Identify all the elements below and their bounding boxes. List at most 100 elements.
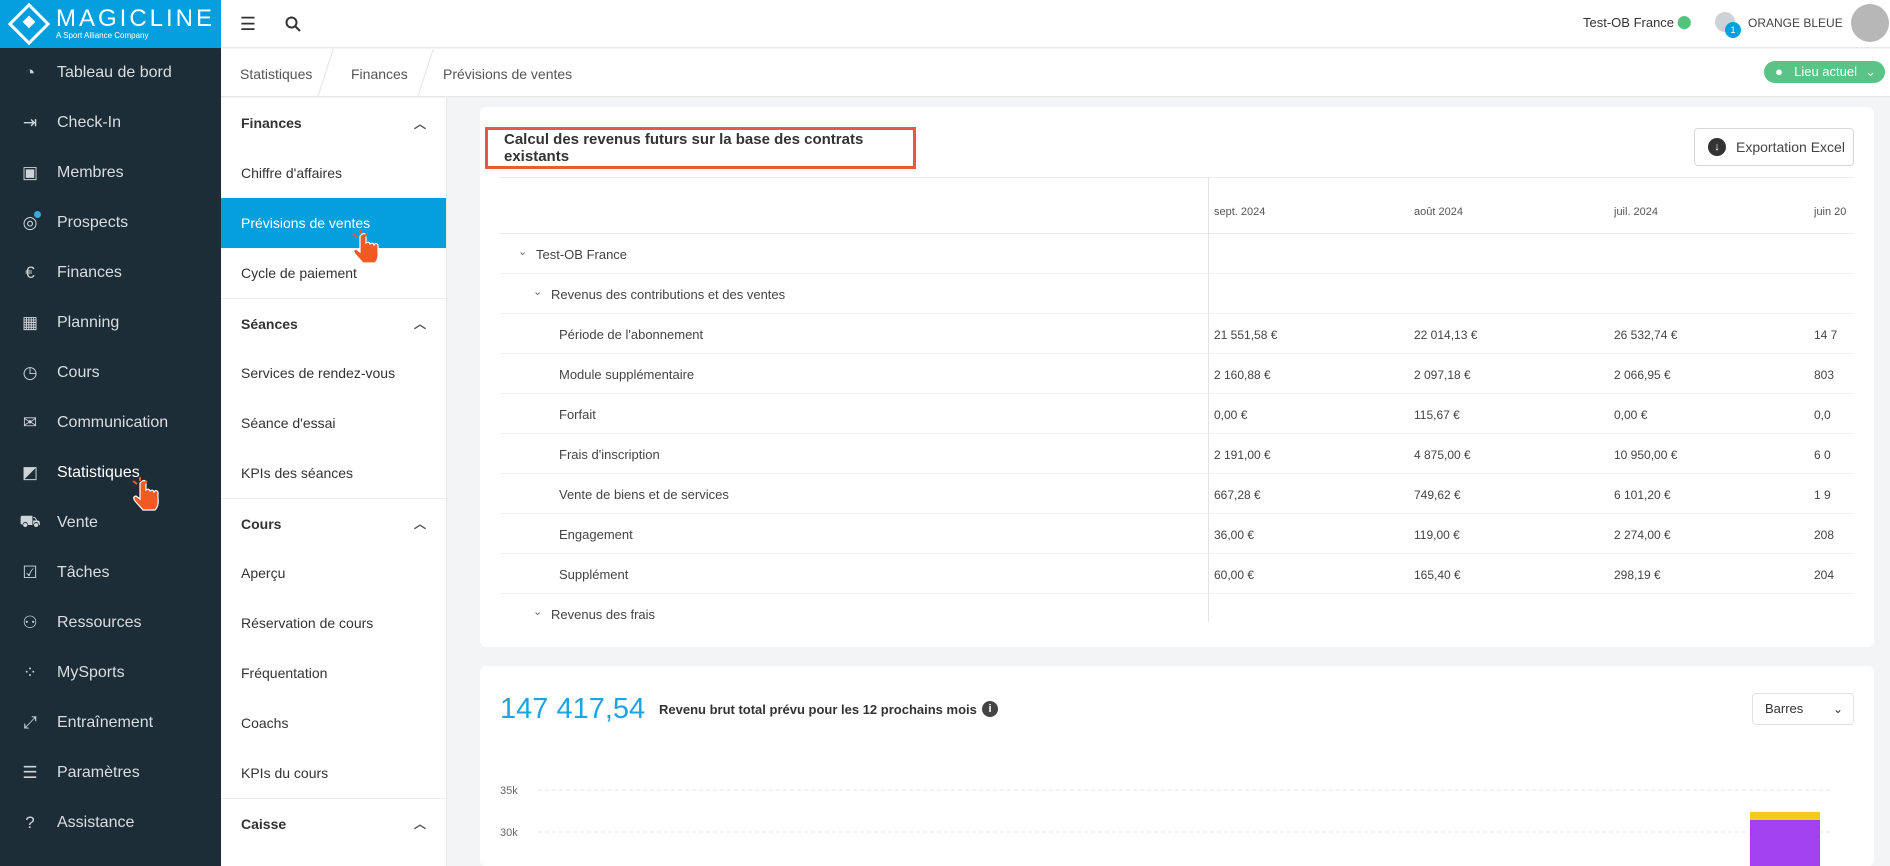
chevron-up-icon: ︿ [413,317,426,331]
sidebar-item-assistance[interactable]: ? Assistance [0,798,221,848]
table-row: Forfait 0,00 € 115,67 € 0,00 € 0,0 [500,394,1854,434]
table-cell: 4 875,00 € [1414,448,1471,462]
location-pin-icon: ● [1775,64,1783,79]
sidebar-item-tableau-de-bord[interactable]: ◔ Tableau de bord [0,48,221,98]
table-cell: 14 7 [1814,328,1838,342]
sidebar-item-label: Paramètres [57,764,140,781]
pointer-hand-icon [132,477,159,511]
submenu-item[interactable]: Coachs [221,698,446,748]
submenu-item[interactable]: Fréquentation [221,648,446,698]
submenu-item[interactable]: Séance d'essai [221,398,446,448]
dashboard-icon: ◔ [24,63,36,82]
breadcrumb-finances[interactable]: Finances [351,66,408,82]
submenu-section-title: Caisse [241,815,287,832]
table-cell: 6 0 [1814,448,1831,462]
chevron-down-icon[interactable]: ⌄ [533,285,542,298]
current-location-button[interactable]: ● Lieu actuel ⌄ [1764,61,1885,83]
forecast-table: sept. 2024 août 2024 juil. 2024 juin 20 ⌄ Te… [500,177,1854,622]
submenu-section-0[interactable]: Finances ︿ [221,98,446,148]
notification-badge: 1 [1725,22,1741,38]
submenu-item[interactable]: KPIs du cours [221,748,446,798]
table-row: Vente de biens et de services 667,28 € 749… [500,474,1854,514]
table-cell: 119,00 € [1414,528,1460,542]
table-cell: 6 101,20 € [1614,488,1671,502]
bar-segment-main[interactable] [1750,820,1820,866]
pointer-hand-icon [352,230,379,264]
submenu-item[interactable]: Services de rendez-vous [221,348,446,398]
submenu-item[interactable]: Prévisions de ventes [221,198,446,248]
row-label: Période de l'abonnement [559,327,704,342]
search-icon[interactable] [282,13,304,35]
sidebar-item-t-ches[interactable]: ☑ Tâches [0,548,221,598]
submenu-section-3[interactable]: Caisse ︿ [221,798,446,848]
table-row: Engagement 36,00 € 119,00 € 2 274,00 € 208 [500,514,1854,554]
hamburger-menu-icon[interactable]: ☰ [237,13,259,35]
submenu-item[interactable]: Cycle de paiement [221,248,446,298]
brand-logo[interactable]: MAGICLINE A Sport Alliance Company [0,0,221,48]
submenu-section-title: Finances [241,115,302,131]
column-header[interactable]: juil. 2024 [1614,206,1658,218]
sidebar-item-label: MySports [57,664,125,681]
row-label: Frais d'inscription [559,447,660,462]
statistics-submenu: Finances ︿ Chiffre d'affaires Prévisions de… [221,98,447,866]
organization-name[interactable]: ORANGE BLEUE [1748,16,1843,30]
breadcrumb-statistiques[interactable]: Statistiques [240,66,312,82]
submenu-item[interactable]: Chiffre d'affaires [221,148,446,198]
submenu-section-2[interactable]: Cours ︿ [221,498,446,548]
submenu-item[interactable]: KPIs des séances [221,448,446,498]
row-label: Revenus des frais [551,607,656,622]
excel-export-button[interactable]: ↓ Exportation Excel [1694,128,1854,166]
user-avatar[interactable] [1851,4,1889,42]
table-row[interactable]: ⌄ Revenus des contributions et des ventes [500,274,1854,314]
sidebar-item-entra-nement[interactable]: ⤢ Entraînement [0,698,221,748]
dumbbell-icon: ⤢ [23,713,37,732]
sidebar-item-statistiques[interactable]: ◩ Statistiques [0,448,221,498]
submenu-section-1[interactable]: Séances ︿ [221,298,446,348]
table-row[interactable]: ⌄ Test-OB France [500,234,1854,274]
sidebar-item-param-tres[interactable]: ☰ Paramètres [0,748,221,798]
card-title: Calcul des revenus futurs sur la base de… [485,127,916,169]
sidebar-item-vente[interactable]: ⛟ Vente [0,498,221,548]
breadcrumb-separator [417,49,434,97]
sidebar-item-ressources[interactable]: ⚇ Ressources [0,598,221,648]
sidebar-item-finances[interactable]: € Finances [0,248,221,298]
table-cell: 0,00 € [1214,408,1248,422]
chevron-down-icon[interactable]: ⌄ [518,245,527,258]
sidebar-item-cours[interactable]: ◷ Cours [0,348,221,398]
table-cell: 667,28 € [1214,488,1261,502]
row-label: Engagement [559,527,633,542]
sidebar-item-planning[interactable]: ▦ Planning [0,298,221,348]
sidebar-item-label: Vente [57,514,98,531]
sidebar-item-label: Assistance [57,814,135,831]
grid-dots-icon: ⁘ [22,663,38,682]
breadcrumb-separator [317,49,334,97]
current-location[interactable]: Test-OB France [1583,15,1674,30]
sidebar-item-label: Planning [57,314,120,331]
sidebar-item-communication[interactable]: ✉ Communication [0,398,221,448]
sidebar-item-label: Ressources [57,614,142,631]
location-pin-icon: ⬤ [1677,14,1692,29]
sidebar-item-label: Finances [57,264,122,281]
submenu-item[interactable]: Aperçu [221,548,446,598]
chart-type-select[interactable]: Barres ⌄ [1752,693,1854,725]
chevron-down-icon[interactable]: ⌄ [533,605,542,618]
calendar-icon: ▦ [21,313,39,332]
bar-segment-supplement[interactable] [1750,812,1820,820]
submenu-section-title: Cours [241,515,282,532]
info-icon[interactable]: i [982,701,998,717]
column-header[interactable]: juin 20 [1814,206,1846,218]
submenu-item[interactable]: Réservation de cours [221,598,446,648]
column-header[interactable]: août 2024 [1414,206,1463,218]
row-label: Module supplémentaire [559,367,695,382]
table-row[interactable]: ⌄ Revenus des frais [500,594,1854,622]
breadcrumb-previsions: Prévisions de ventes [443,66,573,82]
sidebar-item-label: Communication [57,414,169,431]
sidebar-item-prospects[interactable]: ◎ Prospects [0,198,221,248]
total-revenue-value: 147 417,54 [500,693,646,725]
column-header[interactable]: sept. 2024 [1214,206,1265,218]
sidebar-item-membres[interactable]: ▣ Membres [0,148,221,198]
sidebar-item-mysports[interactable]: ⁘ MySports [0,648,221,698]
chevron-up-icon: ︿ [413,517,426,531]
table-cell: 115,67 € [1414,408,1460,422]
sidebar-item-check-in[interactable]: ⇥ Check-In [0,98,221,148]
